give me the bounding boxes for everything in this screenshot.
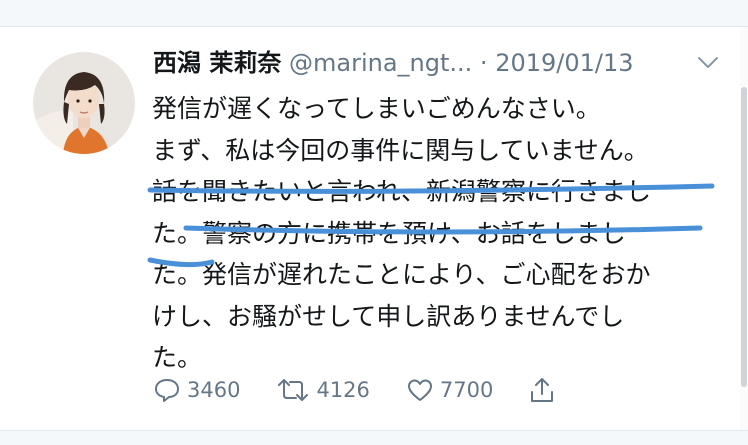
avatar[interactable] [33,52,135,154]
reply-button[interactable]: 3460 [153,377,240,403]
tweet-text-line: 話を聞きたいと言われ、新潟警察に行きまし [152,177,652,206]
display-name[interactable]: 西潟 茉莉奈 [153,49,281,77]
tweet-text: 発信が遅くなってしまいごめんなさい。 まず、私は今回の事件に関与していません。 … [152,88,722,379]
bottom-strip [0,430,748,445]
retweet-icon [278,379,309,401]
tweet-text-line: けし、お騒がせして申し訳ありませんでし [152,301,625,331]
heart-icon [407,379,432,401]
chevron-down-icon[interactable] [697,55,719,69]
tweet-text-line: まず、私は今回の事件に関与していません。 [152,135,649,165]
retweet-button[interactable]: 4126 [276,377,370,403]
tweet-actions: 3460 4126 7700 [153,370,713,410]
tweet-text-line: た。発信が遅れたことにより、ご心配をおか [152,260,651,289]
reply-icon [155,379,179,402]
like-button[interactable]: 7700 [406,377,493,403]
tweet-date[interactable]: 2019/01/13 [495,49,633,77]
scrollbar-track[interactable] [740,27,748,431]
separator-dot: · [479,49,488,77]
tweet-text-line: 発信が遅くなってしまいごめんなさい。 [152,94,601,123]
share-button[interactable] [529,376,555,404]
like-count: 7700 [439,378,494,402]
reply-count: 3460 [187,378,241,402]
retweet-count: 4126 [316,378,370,402]
share-icon [531,378,554,402]
top-strip [0,0,748,27]
scrollbar-thumb[interactable] [741,87,747,387]
tweet-text-line: た。警察の方に携帯を預け、お話をしまし [152,218,626,248]
user-handle[interactable]: @marina_ngt... [289,49,472,77]
tweet-header: 西潟 茉莉奈 @marina_ngt... · 2019/01/13 [153,43,723,83]
